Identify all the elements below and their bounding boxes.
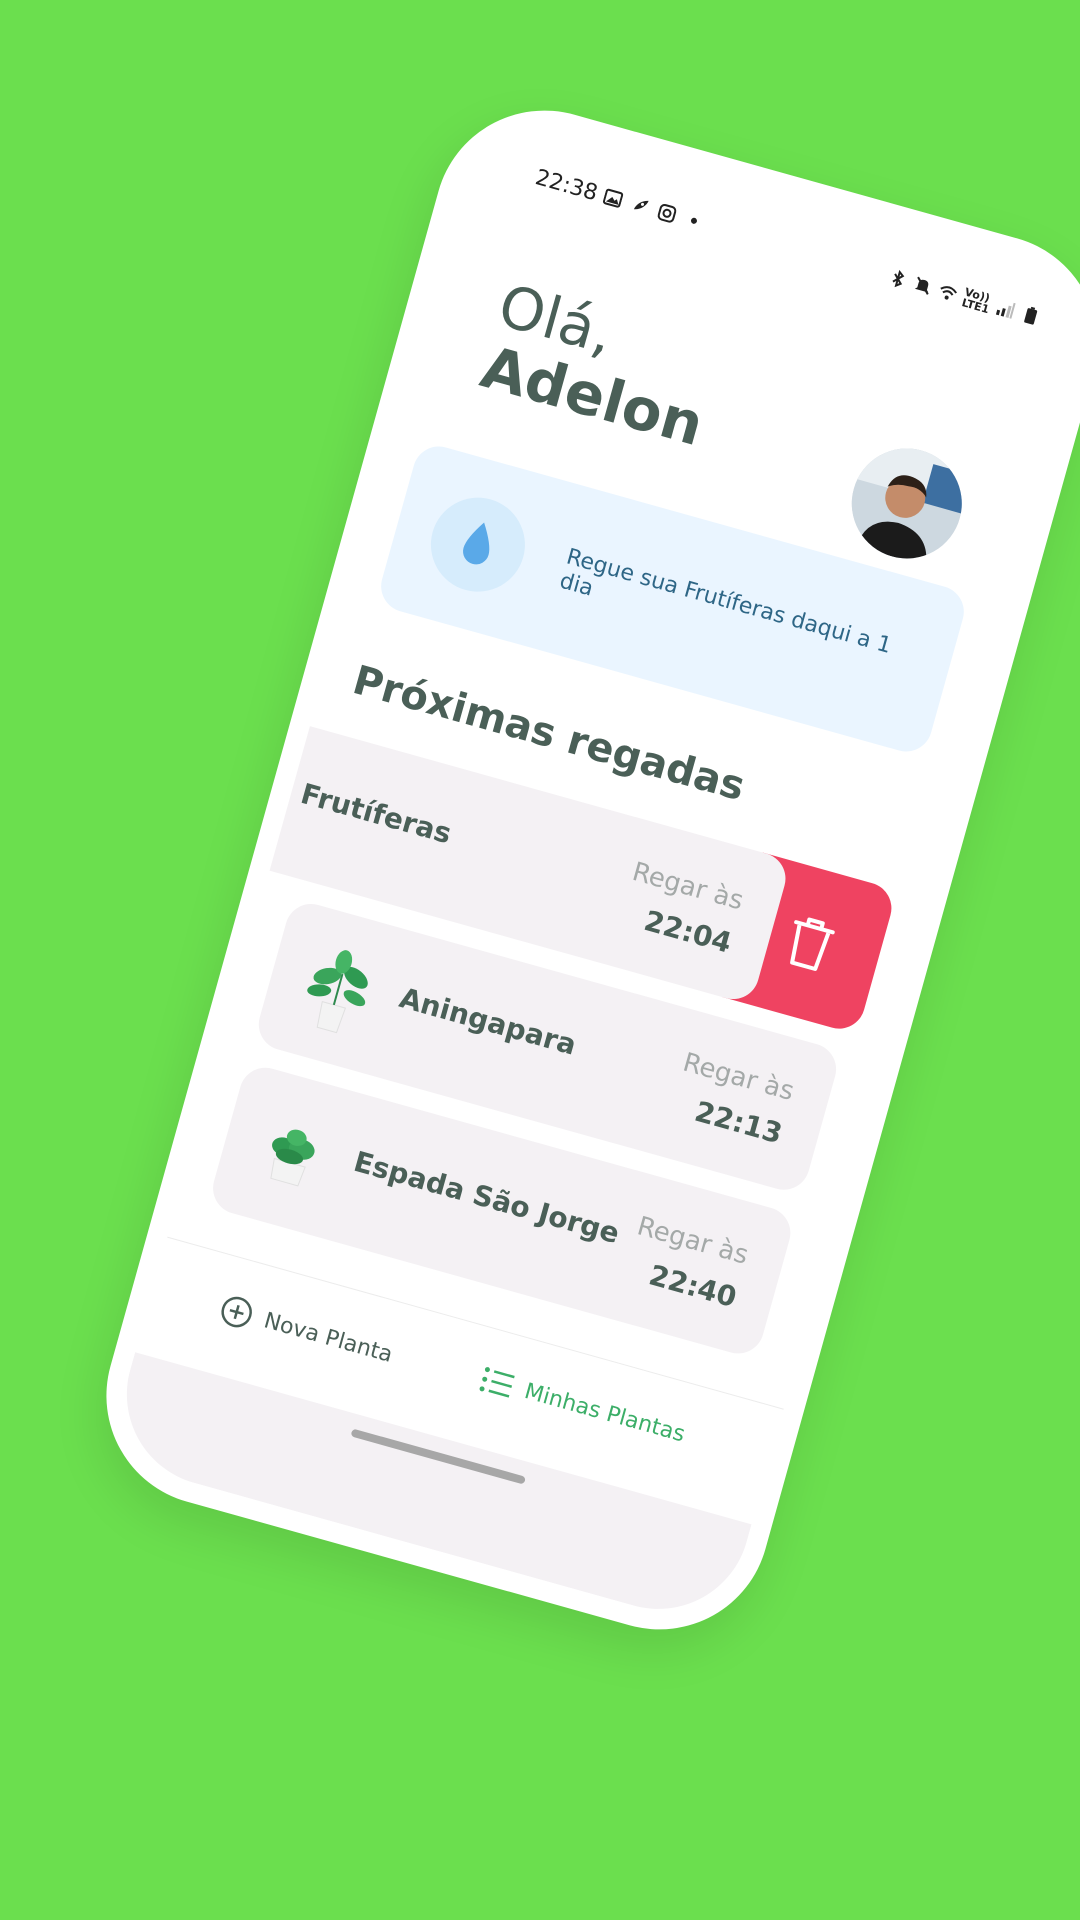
status-time: 22:38	[532, 165, 601, 207]
water-time: 22:13	[691, 1094, 786, 1151]
water-label: Regar às	[679, 1047, 798, 1108]
gallery-icon	[601, 186, 626, 211]
greeting: Olá, Adelon	[474, 271, 728, 459]
tab-new-plant[interactable]: Nova Planta	[216, 1291, 397, 1372]
volte-label: Vo)) LTE1	[960, 286, 994, 317]
tab-my-plants[interactable]: Minhas Plantas	[477, 1364, 689, 1450]
watering-reminder-text: Regue sua Frutíferas daqui a 1 dia	[556, 544, 895, 659]
mute-icon	[911, 273, 936, 298]
dot-icon	[682, 208, 707, 233]
plant-name: Frutíferas	[297, 777, 456, 851]
plant-name: Espada São Jorge	[350, 1144, 624, 1251]
rocket-icon	[628, 193, 653, 218]
plant-name: Aningapara	[395, 981, 580, 1062]
system-icons: Vo)) LTE1	[885, 266, 1043, 330]
add-circle-icon	[221, 1296, 252, 1328]
bluetooth-icon	[886, 267, 911, 292]
signal-icon	[993, 297, 1018, 322]
water-label: Regar às	[628, 856, 747, 917]
notification-icons	[601, 186, 707, 233]
tab-new-plant-label: Nova Planta	[261, 1307, 396, 1368]
list-icon	[479, 1367, 515, 1398]
water-time: 22:40	[645, 1258, 741, 1315]
trash-icon	[790, 917, 835, 971]
plant-image	[307, 950, 368, 1034]
avatar[interactable]	[839, 435, 975, 572]
phone-frame: 22:38 Vo)) LTE1 Olá, Adelon Regue sua Fr…	[80, 85, 1080, 1655]
app-screenshot: 22:38 Vo)) LTE1 Olá, Adelon Regue sua Fr…	[0, 0, 1080, 1920]
plant-image	[270, 1129, 315, 1187]
wifi-icon	[936, 280, 961, 305]
battery-icon	[1018, 304, 1043, 329]
water-drop-icon	[463, 522, 490, 565]
tab-my-plants-label: Minhas Plantas	[521, 1378, 688, 1448]
instagram-icon	[655, 201, 680, 226]
water-time: 22:04	[640, 904, 736, 960]
app-screen: 22:38 Vo)) LTE1 Olá, Adelon Regue sua Fr…	[105, 109, 1080, 1631]
water-drop-badge	[420, 486, 536, 603]
water-label: Regar às	[633, 1211, 752, 1271]
avatar-photo	[839, 435, 975, 572]
